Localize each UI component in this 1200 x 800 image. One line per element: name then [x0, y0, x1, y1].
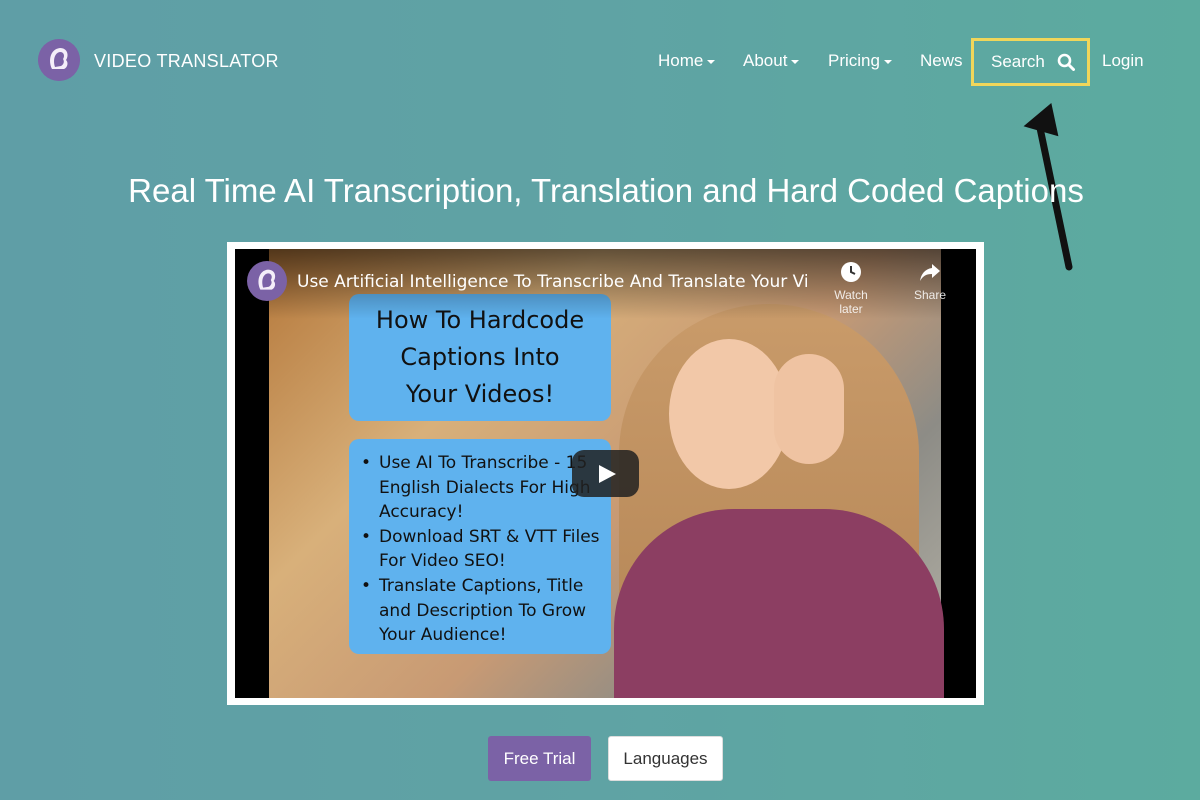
video-player[interactable]: How To Hardcode Captions Into Your Video…: [235, 249, 976, 698]
page-title: Real Time AI Transcription, Translation …: [128, 172, 1084, 209]
play-button[interactable]: [572, 450, 639, 497]
nav-news[interactable]: News: [920, 51, 963, 71]
nav-pricing[interactable]: Pricing: [828, 51, 892, 71]
search-label: Search: [991, 52, 1045, 71]
nav-login[interactable]: Login: [1102, 51, 1144, 71]
clock-icon: [841, 262, 861, 282]
nav-about-label: About: [743, 51, 788, 70]
watch-later-label: Watch later: [834, 288, 868, 316]
thumbnail-headline-line: Captions Into: [400, 343, 560, 371]
brand-name[interactable]: VIDEO TRANSLATOR: [94, 51, 279, 72]
search-button[interactable]: Search: [971, 38, 1090, 86]
nav-news-label: News: [920, 51, 963, 70]
face-logo-icon: [38, 39, 80, 81]
share-icon: [920, 264, 940, 281]
video-title[interactable]: Use Artificial Intelligence To Transcrib…: [297, 272, 807, 292]
thumbnail-bullet: Download SRT & VTT Files For Video SEO!: [361, 525, 603, 574]
thumbnail-headline-line: Your Videos!: [405, 380, 555, 408]
thumbnail-bullet: Translate Captions, Title and Descriptio…: [361, 574, 603, 648]
watch-later-button[interactable]: Watch later: [821, 261, 881, 316]
face-logo-icon: [258, 269, 276, 290]
chevron-down-icon: [883, 60, 892, 64]
share-button[interactable]: Share: [900, 261, 960, 302]
channel-avatar[interactable]: [247, 261, 287, 301]
video-embed: How To Hardcode Captions Into Your Video…: [227, 242, 984, 705]
free-trial-button[interactable]: Free Trial: [488, 736, 591, 781]
thumbnail-bullet: Use AI To Transcribe - 15 English Dialec…: [361, 451, 603, 525]
nav-home[interactable]: Home: [658, 51, 716, 71]
brand-logo[interactable]: [38, 39, 80, 81]
chevron-down-icon: [791, 60, 800, 64]
nav-home-label: Home: [658, 51, 704, 70]
languages-button[interactable]: Languages: [608, 736, 723, 781]
share-label: Share: [913, 288, 947, 302]
nav-pricing-label: Pricing: [828, 51, 880, 70]
thumbnail-image-part: [614, 509, 944, 698]
nav-login-label: Login: [1102, 51, 1144, 70]
nav-about[interactable]: About: [743, 51, 800, 71]
thumbnail-image-part: [669, 339, 789, 489]
chevron-down-icon: [707, 60, 716, 64]
search-icon: [1057, 53, 1075, 71]
thumbnail-image-part: [774, 354, 844, 464]
